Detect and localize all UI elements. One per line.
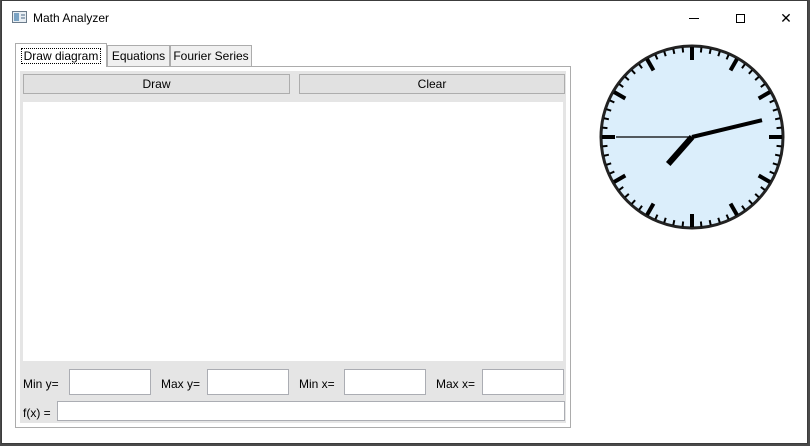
minute-tick	[774, 117, 781, 121]
tab-fourier-series-label: Fourier Series	[173, 49, 249, 63]
minute-tick	[681, 47, 685, 53]
minute-tick	[774, 153, 781, 157]
tab-equations[interactable]: Equations	[107, 45, 170, 66]
draw-diagram-panel: Draw Clear Min y= Max y= Min x= Max x= f…	[15, 66, 571, 428]
maximize-icon	[735, 13, 745, 23]
panel-content: Draw Clear Min y= Max y= Min x= Max x= f…	[20, 71, 566, 423]
app-icon	[12, 11, 27, 23]
fx-label: f(x) =	[23, 406, 51, 420]
draw-button[interactable]: Draw	[23, 74, 290, 94]
tab-draw-diagram-label: Draw diagram	[20, 47, 102, 64]
minute-tick	[603, 153, 610, 157]
max-y-label: Max y=	[161, 377, 201, 391]
minute-tick	[699, 221, 703, 227]
min-y-label: Min y=	[23, 377, 59, 391]
title-bar[interactable]: Math Analyzer ✕	[2, 1, 807, 35]
fx-input[interactable]	[57, 401, 565, 421]
tab-draw-diagram[interactable]: Draw diagram	[15, 43, 107, 67]
analog-clock	[599, 44, 785, 230]
max-y-input[interactable]	[207, 369, 289, 395]
main-window: Math Analyzer ✕ Draw diagram Equations F…	[1, 0, 808, 444]
close-button[interactable]: ✕	[763, 1, 809, 35]
minute-tick	[776, 126, 782, 130]
max-x-input[interactable]	[482, 369, 564, 395]
max-x-label: Max x=	[436, 377, 476, 391]
minute-tick	[672, 219, 676, 226]
diagram-canvas[interactable]	[23, 102, 563, 361]
close-icon: ✕	[780, 9, 792, 26]
minute-tick	[708, 48, 712, 55]
minute-tick	[602, 144, 608, 148]
min-x-input[interactable]	[344, 369, 426, 395]
maximize-button[interactable]	[717, 1, 763, 35]
minute-tick	[699, 47, 703, 53]
minute-tick	[602, 126, 608, 130]
clear-button[interactable]: Clear	[299, 74, 565, 94]
minute-tick	[708, 219, 712, 226]
minimize-icon	[689, 17, 699, 19]
minute-tick	[681, 221, 685, 227]
minute-tick	[672, 48, 676, 55]
tab-equations-label: Equations	[111, 49, 166, 63]
min-x-label: Min x=	[299, 377, 335, 391]
min-y-input[interactable]	[69, 369, 151, 395]
window-title: Math Analyzer	[33, 11, 110, 25]
minimize-button[interactable]	[671, 1, 717, 35]
tab-fourier-series[interactable]: Fourier Series	[170, 45, 252, 66]
minute-tick	[776, 144, 782, 148]
minute-tick	[603, 117, 610, 121]
